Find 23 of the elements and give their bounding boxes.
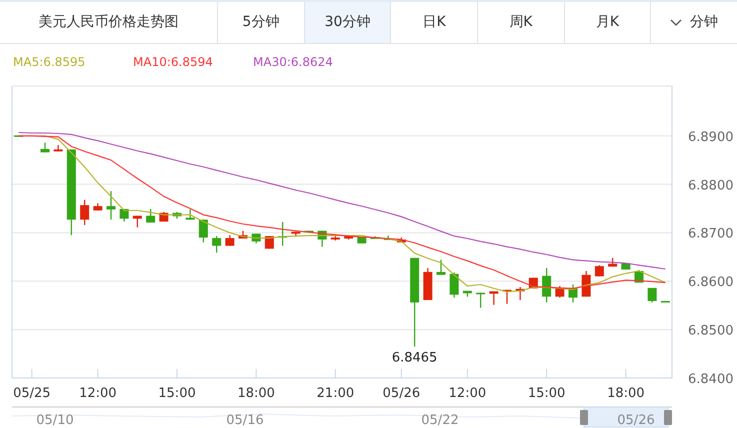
y-axis-label: 6.8700 xyxy=(688,226,734,242)
ma-legend-label: MA5:6.8595 xyxy=(13,54,86,71)
x-axis-label: 21:00 xyxy=(316,386,354,401)
x-axis-label: 12:00 xyxy=(79,386,117,401)
ma-legend-label: MA30:6.8624 xyxy=(253,54,334,71)
y-axis-label: 6.8400 xyxy=(688,372,734,387)
y-axis-label: 6.8500 xyxy=(688,324,734,339)
navigator-date-label: 05/26 xyxy=(617,413,655,428)
x-axis-label: 18:00 xyxy=(607,386,645,401)
x-axis-label: 05/25 xyxy=(13,386,51,401)
x-axis-label: 12:00 xyxy=(448,386,486,401)
x-axis-label: 15:00 xyxy=(528,386,566,401)
ma-legend-label: MA10:6.8594 xyxy=(133,54,214,71)
y-axis-label: 6.8900 xyxy=(688,130,734,145)
navigator-date-label: 05/16 xyxy=(226,413,264,428)
x-axis-label: 05/26 xyxy=(382,386,420,401)
x-axis-label: 18:00 xyxy=(237,386,275,401)
low-price-annotation: 6.8465 xyxy=(392,350,438,366)
y-axis-label: 6.8600 xyxy=(688,275,734,290)
y-axis-label: 6.8800 xyxy=(688,178,734,194)
navigator-date-label: 05/22 xyxy=(421,413,459,428)
navigator-date-label: 05/10 xyxy=(36,413,74,428)
x-axis-label: 15:00 xyxy=(158,386,196,401)
